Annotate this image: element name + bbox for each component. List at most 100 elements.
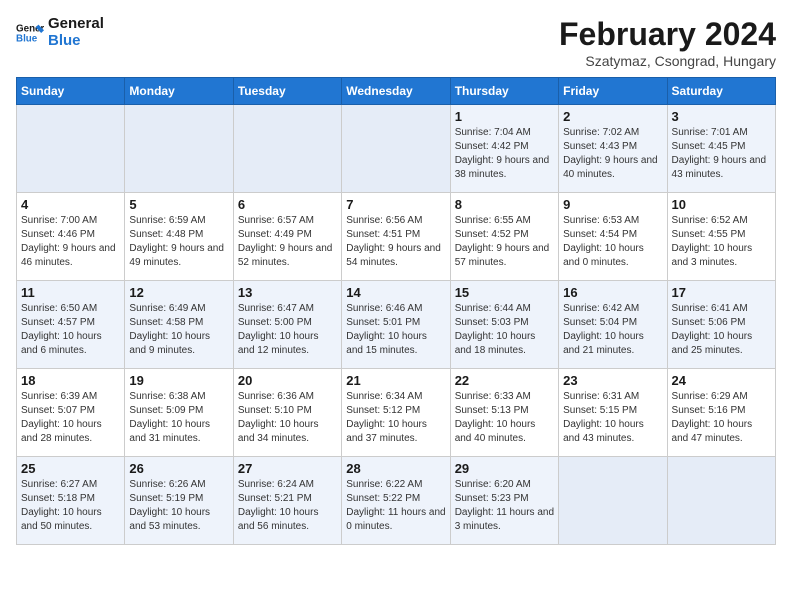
calendar-cell: 27Sunrise: 6:24 AMSunset: 5:21 PMDayligh… <box>233 457 341 545</box>
header: General Blue General Blue February 2024 … <box>16 16 776 69</box>
day-number: 7 <box>346 197 445 212</box>
day-info: Sunrise: 6:47 AMSunset: 5:00 PMDaylight:… <box>238 302 337 358</box>
day-number: 15 <box>455 285 554 300</box>
calendar-cell: 16 Sunrise: 6:42 AMSunset: 5:04 PMDayligh… <box>559 281 667 369</box>
calendar-cell: 29 Sunrise: 6:20 AMSunset: 5:23 PMDayligh… <box>450 457 558 545</box>
day-info: Sunrise: 6:36 AMSunset: 5:10 PMDaylight:… <box>238 390 337 446</box>
day-header-thursday: Thursday <box>450 78 558 105</box>
calendar-cell: 23 Sunrise: 6:31 AMSunset: 5:15 PMDayligh… <box>559 369 667 457</box>
day-info: Sunrise: 6:53 AMSunset: 4:54 PMDaylight:… <box>563 214 662 270</box>
day-info: Sunrise: 6:42 AMSunset: 5:04 PMDaylight:… <box>563 302 662 358</box>
day-number: 13 <box>238 285 337 300</box>
day-number: 1 <box>455 109 554 124</box>
day-number: 24 <box>672 373 771 388</box>
calendar-cell <box>667 457 775 545</box>
calendar-cell: 14Sunrise: 6:46 AMSunset: 5:01 PMDayligh… <box>342 281 450 369</box>
day-info: Sunrise: 6:22 AMSunset: 5:22 PMDaylight:… <box>346 478 445 534</box>
day-number: 2 <box>563 109 662 124</box>
calendar-cell: 24 Sunrise: 6:29 AMSunset: 5:16 PMDayligh… <box>667 369 775 457</box>
logo-line2: Blue <box>48 33 104 50</box>
day-info: Sunrise: 6:24 AMSunset: 5:21 PMDaylight:… <box>238 478 337 534</box>
svg-text:Blue: Blue <box>16 33 38 44</box>
day-info: Sunrise: 7:02 AMSunset: 4:43 PMDaylight:… <box>563 126 662 182</box>
calendar-cell: 2 Sunrise: 7:02 AMSunset: 4:43 PMDaylight… <box>559 105 667 193</box>
day-info: Sunrise: 7:01 AMSunset: 4:45 PMDaylight:… <box>672 126 771 182</box>
day-info: Sunrise: 6:59 AMSunset: 4:48 PMDaylight:… <box>129 214 228 270</box>
calendar-week-row: 1 Sunrise: 7:04 AMSunset: 4:42 PMDaylight… <box>17 105 776 193</box>
day-info: Sunrise: 6:57 AMSunset: 4:49 PMDaylight:… <box>238 214 337 270</box>
calendar-cell: 28 Sunrise: 6:22 AMSunset: 5:22 PMDayligh… <box>342 457 450 545</box>
day-info: Sunrise: 6:46 AMSunset: 5:01 PMDaylight:… <box>346 302 445 358</box>
calendar-cell: 22Sunrise: 6:33 AMSunset: 5:13 PMDayligh… <box>450 369 558 457</box>
day-number: 16 <box>563 285 662 300</box>
day-number: 26 <box>129 461 228 476</box>
day-header-tuesday: Tuesday <box>233 78 341 105</box>
calendar-week-row: 11 Sunrise: 6:50 AMSunset: 4:57 PMDayligh… <box>17 281 776 369</box>
day-number: 20 <box>238 373 337 388</box>
day-number: 19 <box>129 373 228 388</box>
day-number: 23 <box>563 373 662 388</box>
day-info: Sunrise: 7:04 AMSunset: 4:42 PMDaylight:… <box>455 126 554 182</box>
day-info: Sunrise: 6:55 AMSunset: 4:52 PMDaylight:… <box>455 214 554 270</box>
day-info: Sunrise: 6:52 AMSunset: 4:55 PMDaylight:… <box>672 214 771 270</box>
calendar-cell: 18 Sunrise: 6:39 AMSunset: 5:07 PMDayligh… <box>17 369 125 457</box>
day-info: Sunrise: 6:49 AMSunset: 4:58 PMDaylight:… <box>129 302 228 358</box>
calendar-table: SundayMondayTuesdayWednesdayThursdayFrid… <box>16 77 776 545</box>
day-number: 8 <box>455 197 554 212</box>
calendar-cell: 5Sunrise: 6:59 AMSunset: 4:48 PMDaylight… <box>125 193 233 281</box>
day-number: 9 <box>563 197 662 212</box>
logo: General Blue General Blue <box>16 16 104 49</box>
day-info: Sunrise: 6:34 AMSunset: 5:12 PMDaylight:… <box>346 390 445 446</box>
title-area: February 2024 Szatymaz, Csongrad, Hungar… <box>559 16 776 69</box>
calendar-cell: 8 Sunrise: 6:55 AMSunset: 4:52 PMDaylight… <box>450 193 558 281</box>
day-number: 6 <box>238 197 337 212</box>
calendar-week-row: 4Sunrise: 7:00 AMSunset: 4:46 PMDaylight… <box>17 193 776 281</box>
day-info: Sunrise: 6:33 AMSunset: 5:13 PMDaylight:… <box>455 390 554 446</box>
calendar-cell: 4Sunrise: 7:00 AMSunset: 4:46 PMDaylight… <box>17 193 125 281</box>
day-number: 17 <box>672 285 771 300</box>
calendar-cell <box>342 105 450 193</box>
calendar-cell: 20 Sunrise: 6:36 AMSunset: 5:10 PMDayligh… <box>233 369 341 457</box>
calendar-cell: 13 Sunrise: 6:47 AMSunset: 5:00 PMDayligh… <box>233 281 341 369</box>
logo-line1: General <box>48 16 104 33</box>
day-info: Sunrise: 6:27 AMSunset: 5:18 PMDaylight:… <box>21 478 120 534</box>
page-title: February 2024 <box>559 16 776 53</box>
day-info: Sunrise: 6:29 AMSunset: 5:16 PMDaylight:… <box>672 390 771 446</box>
calendar-cell: 15 Sunrise: 6:44 AMSunset: 5:03 PMDayligh… <box>450 281 558 369</box>
day-header-friday: Friday <box>559 78 667 105</box>
calendar-week-row: 25 Sunrise: 6:27 AMSunset: 5:18 PMDayligh… <box>17 457 776 545</box>
day-header-monday: Monday <box>125 78 233 105</box>
calendar-cell: 11 Sunrise: 6:50 AMSunset: 4:57 PMDayligh… <box>17 281 125 369</box>
calendar-cell: 17Sunrise: 6:41 AMSunset: 5:06 PMDayligh… <box>667 281 775 369</box>
day-number: 21 <box>346 373 445 388</box>
day-number: 3 <box>672 109 771 124</box>
logo-icon: General Blue <box>16 19 44 47</box>
day-number: 10 <box>672 197 771 212</box>
day-info: Sunrise: 6:39 AMSunset: 5:07 PMDaylight:… <box>21 390 120 446</box>
day-number: 18 <box>21 373 120 388</box>
day-info: Sunrise: 6:50 AMSunset: 4:57 PMDaylight:… <box>21 302 120 358</box>
page-subtitle: Szatymaz, Csongrad, Hungary <box>559 53 776 69</box>
calendar-cell: 3 Sunrise: 7:01 AMSunset: 4:45 PMDaylight… <box>667 105 775 193</box>
day-header-sunday: Sunday <box>17 78 125 105</box>
day-number: 11 <box>21 285 120 300</box>
day-info: Sunrise: 6:44 AMSunset: 5:03 PMDaylight:… <box>455 302 554 358</box>
calendar-cell: 6 Sunrise: 6:57 AMSunset: 4:49 PMDaylight… <box>233 193 341 281</box>
day-info: Sunrise: 6:31 AMSunset: 5:15 PMDaylight:… <box>563 390 662 446</box>
day-number: 12 <box>129 285 228 300</box>
calendar-cell <box>17 105 125 193</box>
day-info: Sunrise: 6:20 AMSunset: 5:23 PMDaylight:… <box>455 478 554 534</box>
day-number: 28 <box>346 461 445 476</box>
calendar-cell: 25 Sunrise: 6:27 AMSunset: 5:18 PMDayligh… <box>17 457 125 545</box>
day-info: Sunrise: 6:38 AMSunset: 5:09 PMDaylight:… <box>129 390 228 446</box>
calendar-cell: 10 Sunrise: 6:52 AMSunset: 4:55 PMDayligh… <box>667 193 775 281</box>
day-header-saturday: Saturday <box>667 78 775 105</box>
calendar-cell: 9 Sunrise: 6:53 AMSunset: 4:54 PMDaylight… <box>559 193 667 281</box>
calendar-cell <box>559 457 667 545</box>
day-number: 29 <box>455 461 554 476</box>
calendar-cell: 26Sunrise: 6:26 AMSunset: 5:19 PMDayligh… <box>125 457 233 545</box>
day-number: 25 <box>21 461 120 476</box>
calendar-cell: 19 Sunrise: 6:38 AMSunset: 5:09 PMDayligh… <box>125 369 233 457</box>
calendar-cell: 7Sunrise: 6:56 AMSunset: 4:51 PMDaylight… <box>342 193 450 281</box>
calendar-week-row: 18 Sunrise: 6:39 AMSunset: 5:07 PMDayligh… <box>17 369 776 457</box>
